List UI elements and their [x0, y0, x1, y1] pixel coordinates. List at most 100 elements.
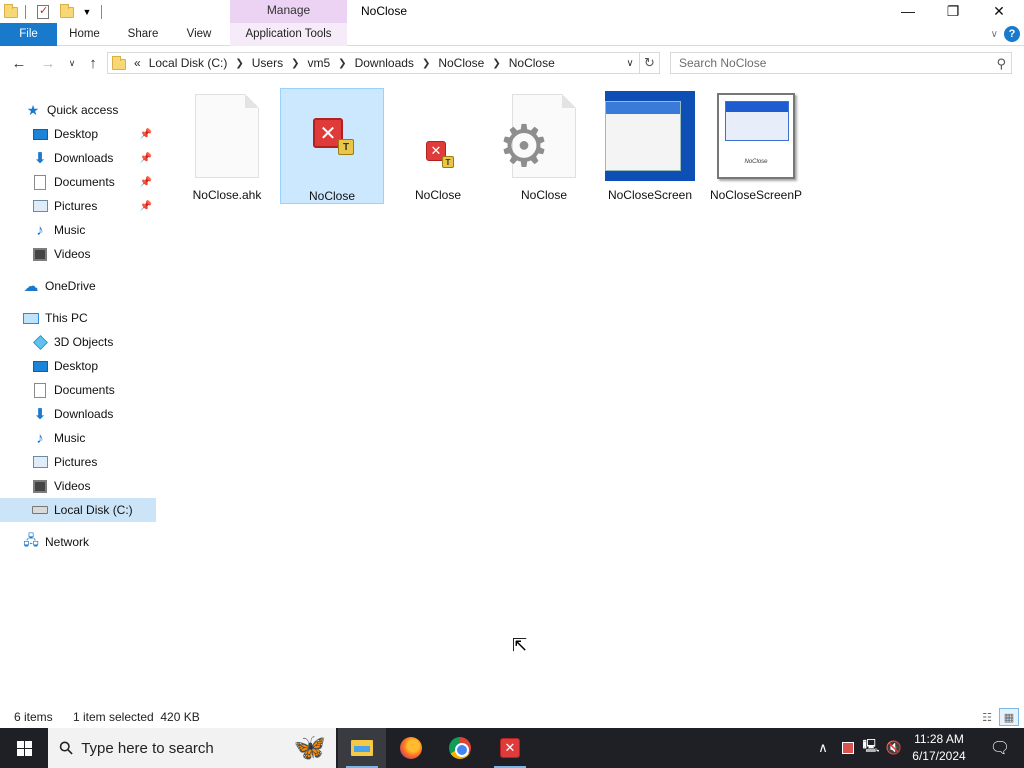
nav-label: Videos — [54, 247, 91, 261]
search-icon: ⚲ — [54, 735, 78, 760]
show-hidden-icons-icon[interactable]: ∧ — [815, 728, 831, 768]
breadcrumb-users[interactable]: Users — [252, 56, 283, 70]
chevron-right-icon[interactable]: ❯ — [338, 58, 346, 69]
nav-pc-desktop[interactable]: Desktop — [0, 354, 156, 378]
large-icons-view-icon[interactable]: ▦ — [999, 708, 1019, 726]
nav-pc-downloads[interactable]: ⬇ Downloads — [0, 402, 156, 426]
maximize-button[interactable]: ❐ — [930, 0, 976, 22]
nav-this-pc[interactable]: This PC — [0, 306, 156, 330]
taskbar: ⚲ Type here to search 🦋 ✕ ∧ 🖳 🔇 11:28 AM… — [0, 728, 1024, 768]
nav-network[interactable]: 🖧 Network — [0, 530, 156, 554]
file-item[interactable]: ⚙ NoClose — [492, 88, 596, 204]
nav-label: Downloads — [54, 407, 114, 421]
start-button[interactable] — [0, 728, 48, 768]
address-dropdown-icon[interactable]: ∨ — [621, 58, 639, 69]
manage-context-tab[interactable]: Manage — [230, 0, 347, 23]
divider — [101, 5, 102, 19]
firefox-icon — [400, 737, 422, 759]
firefox-taskbar-button[interactable] — [387, 728, 435, 768]
help-icon[interactable]: ? — [1004, 26, 1020, 42]
back-arrow-icon[interactable]: ← — [9, 53, 29, 73]
tab-home[interactable]: Home — [57, 23, 112, 46]
properties-icon[interactable] — [35, 4, 51, 20]
nav-label: Quick access — [47, 103, 119, 117]
status-bar: 6 items 1 item selected 420 KB ☷ ▦ — [0, 706, 1024, 728]
chrome-taskbar-button[interactable] — [436, 728, 484, 768]
noclose-taskbar-button[interactable]: ✕ — [486, 728, 534, 768]
folder-icon — [112, 56, 126, 70]
nav-label: Pictures — [54, 199, 98, 213]
star-icon: ★ — [26, 101, 40, 118]
documents-icon — [34, 174, 46, 190]
taskbar-search[interactable]: ⚲ Type here to search 🦋 — [48, 728, 336, 768]
videos-icon — [33, 247, 47, 261]
chevron-right-icon[interactable]: ❯ — [492, 58, 500, 69]
file-item[interactable]: NoClose.ahk — [175, 88, 279, 204]
nav-quick-desktop[interactable]: Desktop 📌 — [0, 122, 156, 146]
security-tray-icon[interactable] — [839, 728, 857, 768]
breadcrumb-noclose[interactable]: NoClose — [438, 56, 484, 70]
breadcrumb-overflow[interactable]: « — [134, 56, 141, 70]
new-folder-icon[interactable] — [59, 3, 75, 20]
customize-toolbar-icon[interactable]: ▼ — [79, 4, 95, 20]
tab-view[interactable]: View — [174, 23, 224, 46]
nav-label: Music — [54, 431, 86, 445]
chevron-right-icon[interactable]: ❯ — [422, 58, 430, 69]
close-button[interactable]: ✕ — [976, 0, 1022, 22]
file-item[interactable]: ✕ T NoClose — [280, 88, 384, 204]
tab-share[interactable]: Share — [116, 23, 170, 46]
nav-local-disk[interactable]: Local Disk (C:) — [0, 498, 156, 522]
up-arrow-icon[interactable]: ↑ — [83, 53, 103, 73]
file-explorer-icon — [351, 740, 373, 756]
notifications-icon[interactable]: 🗨 — [980, 728, 1020, 768]
volume-muted-icon[interactable]: 🔇 — [885, 728, 903, 768]
nav-quick-music[interactable]: ♪ Music — [0, 218, 156, 242]
expand-ribbon-icon[interactable]: ∨ — [991, 29, 998, 40]
nav-quick-downloads[interactable]: ⬇ Downloads 📌 — [0, 146, 156, 170]
tab-file[interactable]: File — [0, 23, 57, 46]
nav-pc-videos[interactable]: Videos — [0, 474, 156, 498]
file-item[interactable]: NoClose NoCloseScreenP — [704, 88, 808, 204]
file-item[interactable]: ✕ T NoClose — [386, 88, 490, 204]
clock-time: 11:28 AM — [914, 732, 964, 746]
system-clock[interactable]: 11:28 AM 6/17/2024 — [903, 731, 975, 765]
nav-onedrive[interactable]: ☁ OneDrive — [0, 274, 156, 298]
breadcrumb-vm5[interactable]: vm5 — [308, 56, 331, 70]
nav-quick-access[interactable]: ★ Quick access — [0, 98, 156, 122]
desktop-icon — [32, 128, 48, 140]
nav-label: Documents — [54, 175, 115, 189]
folder-icon[interactable] — [3, 3, 19, 20]
divider — [25, 5, 26, 19]
tab-application-tools[interactable]: Application Tools — [230, 23, 347, 46]
file-name: NoClose — [414, 188, 462, 202]
chevron-right-icon[interactable]: ❯ — [291, 58, 299, 69]
nav-pc-documents[interactable]: Documents — [0, 378, 156, 402]
refresh-icon[interactable]: ↻ — [639, 53, 659, 73]
file-item[interactable]: NoCloseScreen — [598, 88, 702, 204]
breadcrumb-downloads[interactable]: Downloads — [355, 56, 414, 70]
nav-quick-videos[interactable]: Videos — [0, 242, 156, 266]
network-tray-icon[interactable]: 🖳 — [862, 728, 880, 768]
download-icon: ⬇ — [33, 150, 47, 167]
address-bar[interactable]: « Local Disk (C:) ❯ Users ❯ vm5 ❯ Downlo… — [107, 52, 660, 74]
breadcrumb-local-disk[interactable]: Local Disk (C:) — [149, 56, 228, 70]
chevron-right-icon[interactable]: ❯ — [235, 58, 243, 69]
search-icon[interactable]: ⚲ — [996, 56, 1006, 72]
pictures-icon — [32, 200, 48, 212]
details-view-icon[interactable]: ☷ — [977, 708, 997, 726]
settings-file-icon: ⚙ — [498, 114, 550, 179]
nav-pc-pictures[interactable]: Pictures — [0, 450, 156, 474]
breadcrumb-noclose-current[interactable]: NoClose — [509, 56, 555, 70]
search-input[interactable]: Search NoClose — [670, 52, 1012, 74]
file-explorer-taskbar-button[interactable] — [338, 728, 386, 768]
nav-3d-objects[interactable]: 3D Objects — [0, 330, 156, 354]
file-name: NoClose.ahk — [192, 188, 262, 202]
music-icon: ♪ — [36, 429, 44, 447]
nav-pc-music[interactable]: ♪ Music — [0, 426, 156, 450]
forward-arrow-icon[interactable]: → — [38, 53, 58, 73]
download-icon: ⬇ — [33, 406, 47, 423]
recent-locations-icon[interactable]: ∨ — [62, 53, 82, 73]
nav-quick-documents[interactable]: Documents 📌 — [0, 170, 156, 194]
minimize-button[interactable]: — — [885, 0, 931, 22]
nav-quick-pictures[interactable]: Pictures 📌 — [0, 194, 156, 218]
